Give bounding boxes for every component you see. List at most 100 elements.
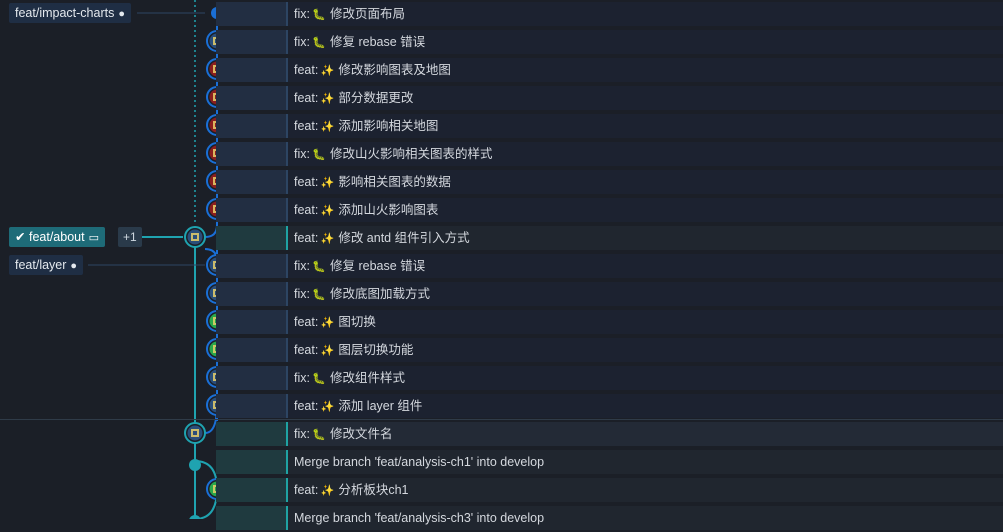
commit-message[interactable]: Merge branch 'feat/analysis-ch1' into de… (286, 450, 1003, 474)
commit-summary: Merge branch 'feat/analysis-ch3' into de… (294, 511, 545, 525)
commit-type: fix: (294, 287, 310, 301)
bug-icon: 🐛 (312, 261, 326, 273)
branch-label: feat/impact-charts (15, 6, 115, 20)
commit-message[interactable]: fix: 🐛 修改页面布局 (286, 2, 1003, 26)
commit-row[interactable]: fix: 🐛 修改组件样式 (0, 364, 1003, 392)
commit-summary: 修改底图加载方式 (329, 287, 430, 301)
commit-row[interactable]: feat: ✨ 分析板块ch1 (0, 476, 1003, 504)
branch-tag-impact-charts[interactable]: feat/impact-charts ● (9, 3, 131, 23)
commit-message[interactable]: feat: ✨ 图层切换功能 (286, 338, 1003, 362)
commit-row[interactable]: fix: 🐛 修改页面布局 (0, 0, 1003, 28)
commit-row[interactable]: feat: ✨ 添加山火影响图表 (0, 196, 1003, 224)
commit-summary: 添加 layer 组件 (338, 399, 423, 413)
commit-lane-bg (216, 226, 286, 250)
sparkle-icon: ✨ (320, 485, 335, 497)
commit-lane-bg (216, 254, 286, 278)
commit-type: feat: (294, 175, 319, 189)
commit-summary: 添加影响相关地图 (338, 119, 439, 133)
commit-summary: 修改山火影响相关图表的样式 (329, 147, 493, 161)
commit-row[interactable]: fix: 🐛 修改底图加载方式 (0, 280, 1003, 308)
bug-icon: 🐛 (312, 37, 326, 49)
commit-message[interactable]: fix: 🐛 修复 rebase 错误 (286, 254, 1003, 278)
commit-row[interactable]: feat: ✨ 添加 layer 组件 (0, 392, 1003, 420)
commit-summary: 修复 rebase 错误 (329, 35, 426, 49)
commit-message[interactable]: feat: ✨ 添加影响相关地图 (286, 114, 1003, 138)
commit-lane-bg (216, 30, 286, 54)
commit-message[interactable]: fix: 🐛 修改组件样式 (286, 366, 1003, 390)
sparkle-icon: ✨ (320, 233, 335, 245)
commit-type: feat: (294, 399, 319, 413)
commit-message[interactable]: feat: ✨ 影响相关图表的数据 (286, 170, 1003, 194)
commit-message[interactable]: feat: ✨ 分析板块ch1 (286, 478, 1003, 502)
commit-summary: 添加山火影响图表 (338, 203, 439, 217)
branch-tag-about[interactable]: ✔ feat/about ▭ (9, 227, 105, 247)
commit-summary: 部分数据更改 (338, 91, 414, 105)
sparkle-icon: ✨ (320, 93, 335, 105)
commit-summary: 修改 antd 组件引入方式 (338, 231, 470, 245)
commit-row[interactable]: Merge branch 'feat/analysis-ch3' into de… (0, 504, 1003, 532)
commit-lane-bg (216, 170, 286, 194)
commit-summary: 修改组件样式 (329, 371, 405, 385)
github-icon: ● (70, 260, 78, 272)
commit-row[interactable]: feat: ✨ 添加影响相关地图 (0, 112, 1003, 140)
commit-row[interactable]: feat: ✨ 图层切换功能 (0, 336, 1003, 364)
laptop-icon: ▭ (88, 232, 99, 244)
bug-icon: 🐛 (312, 289, 326, 301)
commit-lane-bg (216, 2, 286, 26)
commit-summary: 图层切换功能 (338, 343, 414, 357)
commit-message[interactable]: feat: ✨ 添加山火影响图表 (286, 198, 1003, 222)
check-icon: ✔ (15, 230, 26, 244)
commit-type: feat: (294, 343, 319, 357)
commit-lane-bg (216, 310, 286, 334)
commit-row[interactable]: fix: 🐛 修复 rebase 错误 (0, 28, 1003, 56)
commit-type: fix: (294, 147, 310, 161)
commit-type: fix: (294, 35, 310, 49)
commit-row[interactable]: feat: ✨ 图切换 (0, 308, 1003, 336)
commit-row[interactable]: Merge branch 'feat/analysis-ch1' into de… (0, 448, 1003, 476)
commit-summary: 图切换 (338, 315, 376, 329)
commit-type: fix: (294, 427, 310, 441)
commit-type: fix: (294, 7, 310, 21)
commit-summary: 修改页面布局 (329, 7, 405, 21)
commit-summary: Merge branch 'feat/analysis-ch1' into de… (294, 455, 545, 469)
more-refs-badge[interactable]: +1 (118, 227, 142, 247)
commit-lane-bg (216, 422, 286, 446)
commit-lane-bg (216, 366, 286, 390)
sparkle-icon: ✨ (320, 401, 335, 413)
commit-lane-bg (216, 338, 286, 362)
commit-type: feat: (294, 483, 319, 497)
commit-message[interactable]: fix: 🐛 修复 rebase 错误 (286, 30, 1003, 54)
commit-message[interactable]: feat: ✨ 部分数据更改 (286, 86, 1003, 110)
branch-label: feat/layer (15, 258, 67, 272)
commit-message[interactable]: feat: ✨ 修改 antd 组件引入方式 (286, 226, 1003, 250)
divider (0, 419, 1003, 420)
commit-row[interactable]: feat: ✨ 修改影响图表及地图 (0, 56, 1003, 84)
commit-summary: 影响相关图表的数据 (338, 175, 451, 189)
commit-lane-bg (216, 58, 286, 82)
commit-lane-bg (216, 142, 286, 166)
bug-icon: 🐛 (312, 373, 326, 385)
bug-icon: 🐛 (312, 429, 326, 441)
sparkle-icon: ✨ (320, 345, 335, 357)
commit-message[interactable]: fix: 🐛 修改底图加载方式 (286, 282, 1003, 306)
commit-message[interactable]: feat: ✨ 添加 layer 组件 (286, 394, 1003, 418)
commit-message[interactable]: Merge branch 'feat/analysis-ch3' into de… (286, 506, 1003, 530)
commit-message[interactable]: feat: ✨ 修改影响图表及地图 (286, 58, 1003, 82)
commit-row[interactable]: feat: ✨ 部分数据更改 (0, 84, 1003, 112)
commit-message[interactable]: fix: 🐛 修改山火影响相关图表的样式 (286, 142, 1003, 166)
commit-row[interactable]: fix: 🐛 修改山火影响相关图表的样式 (0, 140, 1003, 168)
commit-lane-bg (216, 394, 286, 418)
commit-summary: 修改文件名 (329, 427, 393, 441)
commit-row[interactable]: fix: 🐛 修改文件名 (0, 420, 1003, 448)
commit-row[interactable]: feat: ✨ 修改 antd 组件引入方式 (0, 224, 1003, 252)
commit-row[interactable]: fix: 🐛 修复 rebase 错误 (0, 252, 1003, 280)
sparkle-icon: ✨ (320, 65, 335, 77)
commit-lane-bg (216, 506, 286, 530)
bug-icon: 🐛 (312, 149, 326, 161)
commit-row[interactable]: feat: ✨ 影响相关图表的数据 (0, 168, 1003, 196)
branch-tag-layer[interactable]: feat/layer ● (9, 255, 84, 275)
sparkle-icon: ✨ (320, 205, 335, 217)
commit-message[interactable]: fix: 🐛 修改文件名 (286, 422, 1003, 446)
commit-message[interactable]: feat: ✨ 图切换 (286, 310, 1003, 334)
commit-type: fix: (294, 371, 310, 385)
